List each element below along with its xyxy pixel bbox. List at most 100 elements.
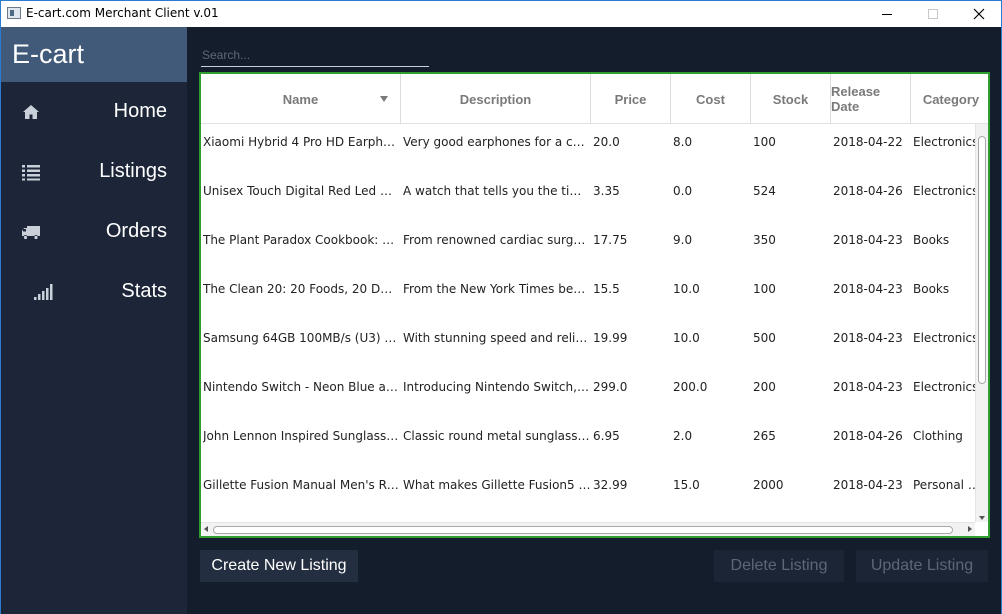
table-cell-cost: 2.0 [673,429,693,443]
table-cell-cost: 10.0 [673,331,700,345]
scrollbar-thumb[interactable] [213,526,953,534]
table-cell-price: 20.0 [593,135,620,149]
minimize-button[interactable] [864,1,910,27]
sidebar-item-listings[interactable]: Listings [1,142,187,202]
table-cell-price: 15.5 [593,282,620,296]
table-cell-cost: 15.0 [673,478,700,492]
table-cell-release-date: 2018-04-23 [833,380,903,394]
truck-icon [22,226,40,240]
sidebar: E-cart Home Listings Orders Stats [1,27,187,614]
scroll-left-icon[interactable] [204,526,208,532]
search-input[interactable] [201,43,429,67]
column-header-label: Release Date [831,84,881,114]
window-title: E-cart.com Merchant Client v.01 [26,6,219,20]
listings-table: Name Description Price Cost Stock Releas… [199,72,990,538]
table-cell-name: Unisex Touch Digital Red Led Silicone Wa… [203,184,399,198]
sidebar-item-label: Stats [121,280,167,302]
sidebar-item-label: Home [113,100,167,122]
table-row[interactable]: Xiaomi Hybrid 4 Pro HD Earphones Very goo… [201,124,978,173]
table-cell-name: The Clean 20: 20 Foods, 20 Days, Total T… [203,282,399,296]
table-cell-cost: 10.0 [673,282,700,296]
table-cell-stock: 265 [753,429,776,443]
column-header-label: Cost [696,91,725,107]
table-cell-stock: 200 [753,380,776,394]
column-header-name[interactable]: Name [201,74,401,124]
scroll-right-icon[interactable] [968,526,972,532]
column-header-description[interactable]: Description [401,74,591,124]
table-cell-release-date: 2018-04-23 [833,282,903,296]
main-area: E-cart Home Listings Orders Stats Search… [1,27,1001,614]
sidebar-item-stats[interactable]: Stats [1,262,187,322]
column-header-release-date[interactable]: Release Date [831,74,911,124]
table-cell-price: 3.35 [593,184,620,198]
brand-logo-text: E-cart [12,39,85,69]
table-row[interactable]: Gillette Fusion Manual Men's Razor Blade… [201,467,988,516]
column-header-label: Price [614,91,647,107]
column-header-label: Stock [772,91,809,107]
sidebar-item-home[interactable]: Home [1,82,187,142]
scrollbar-thumb[interactable] [978,136,986,384]
signal-bars-icon [34,284,53,300]
sidebar-item-orders[interactable]: Orders [1,202,187,262]
table-cell-description: Classic round metal sunglasses that [403,429,591,443]
column-header-cost[interactable]: Cost [671,74,751,124]
table-cell-description: What makes Gillette Fusion5 better [403,478,591,492]
delete-listing-button[interactable]: Delete Listing [714,550,844,582]
table-cell-name: John Lennon Inspired Sunglasses Round Me… [203,429,399,443]
table-cell-name: Gillette Fusion Manual Men's Razor Blade… [203,478,399,492]
column-header-price[interactable]: Price [591,74,671,124]
table-row[interactable]: John Lennon Inspired Sunglasses Round Me… [201,418,974,467]
scroll-down-icon[interactable] [979,516,985,520]
table-row[interactable]: Samsung 64GB 100MB/s (U3) MicroSD EVO Wit… [201,320,978,369]
column-header-stock[interactable]: Stock [751,74,831,124]
column-header-category[interactable]: Category [911,74,988,124]
table-header: Name Description Price Cost Stock Releas… [201,74,988,124]
table-cell-description: With stunning speed and reliability [403,331,591,345]
table-cell-description: From renowned cardiac surgeon Dr. [403,233,591,247]
table-row[interactable]: Unisex Touch Digital Red Led Silicone Wa… [201,173,978,222]
table-cell-release-date: 2018-04-23 [833,331,903,345]
table-cell-price: 17.75 [593,233,628,247]
table-cell-stock: 2000 [753,478,784,492]
table-cell-cost: 200.0 [673,380,708,394]
maximize-button[interactable] [910,1,956,27]
table-cell-name: Nintendo Switch - Neon Blue and Red Joy-… [203,380,399,394]
table-cell-stock: 500 [753,331,776,345]
table-cell-release-date: 2018-04-26 [833,184,903,198]
column-header-label: Name [282,91,319,107]
table-cell-name: Samsung 64GB 100MB/s (U3) MicroSD EVO [203,331,399,345]
table-cell-stock: 100 [753,282,776,296]
horizontal-scrollbar[interactable] [201,522,975,536]
minimize-icon [882,13,892,15]
table-row[interactable]: The Plant Paradox Cookbook: 100 Deliciou… [201,222,974,271]
table-cell-description: A watch that tells you the time. The [403,184,591,198]
table-row[interactable]: Nintendo Switch - Neon Blue and Red Joy-… [201,369,978,418]
table-cell-cost: 0.0 [673,184,693,198]
table-cell-release-date: 2018-04-22 [833,135,903,149]
maximize-icon [928,9,938,19]
table-cell-stock: 100 [753,135,776,149]
table-cell-name: The Plant Paradox Cookbook: 100 Deliciou… [203,233,399,247]
table-cell-price: 299.0 [593,380,628,394]
vertical-scrollbar[interactable] [975,124,988,522]
list-icon [22,165,40,181]
column-header-label: Category [922,91,980,107]
update-listing-button[interactable]: Update Listing [856,550,988,582]
sort-descending-icon [380,96,388,102]
table-cell-stock: 524 [753,184,776,198]
table-cell-cost: 9.0 [673,233,693,247]
home-icon [23,105,39,119]
table-cell-stock: 350 [753,233,776,247]
table-row[interactable]: The Clean 20: 20 Foods, 20 Days, Total T… [201,271,974,320]
create-listing-button[interactable]: Create New Listing [200,550,358,582]
table-cell-release-date: 2018-04-26 [833,429,903,443]
sidebar-item-label: Listings [99,160,167,182]
table-body: Xiaomi Hybrid 4 Pro HD Earphones Very goo… [201,124,988,520]
close-icon [973,8,985,20]
close-button[interactable] [956,1,1002,27]
column-header-label: Description [459,91,532,107]
table-cell-description: Very good earphones for a cheap price [403,135,591,149]
sidebar-item-label: Orders [105,220,167,242]
title-bar[interactable]: E-cart.com Merchant Client v.01 [1,1,1001,27]
brand-header: E-cart [1,27,187,82]
